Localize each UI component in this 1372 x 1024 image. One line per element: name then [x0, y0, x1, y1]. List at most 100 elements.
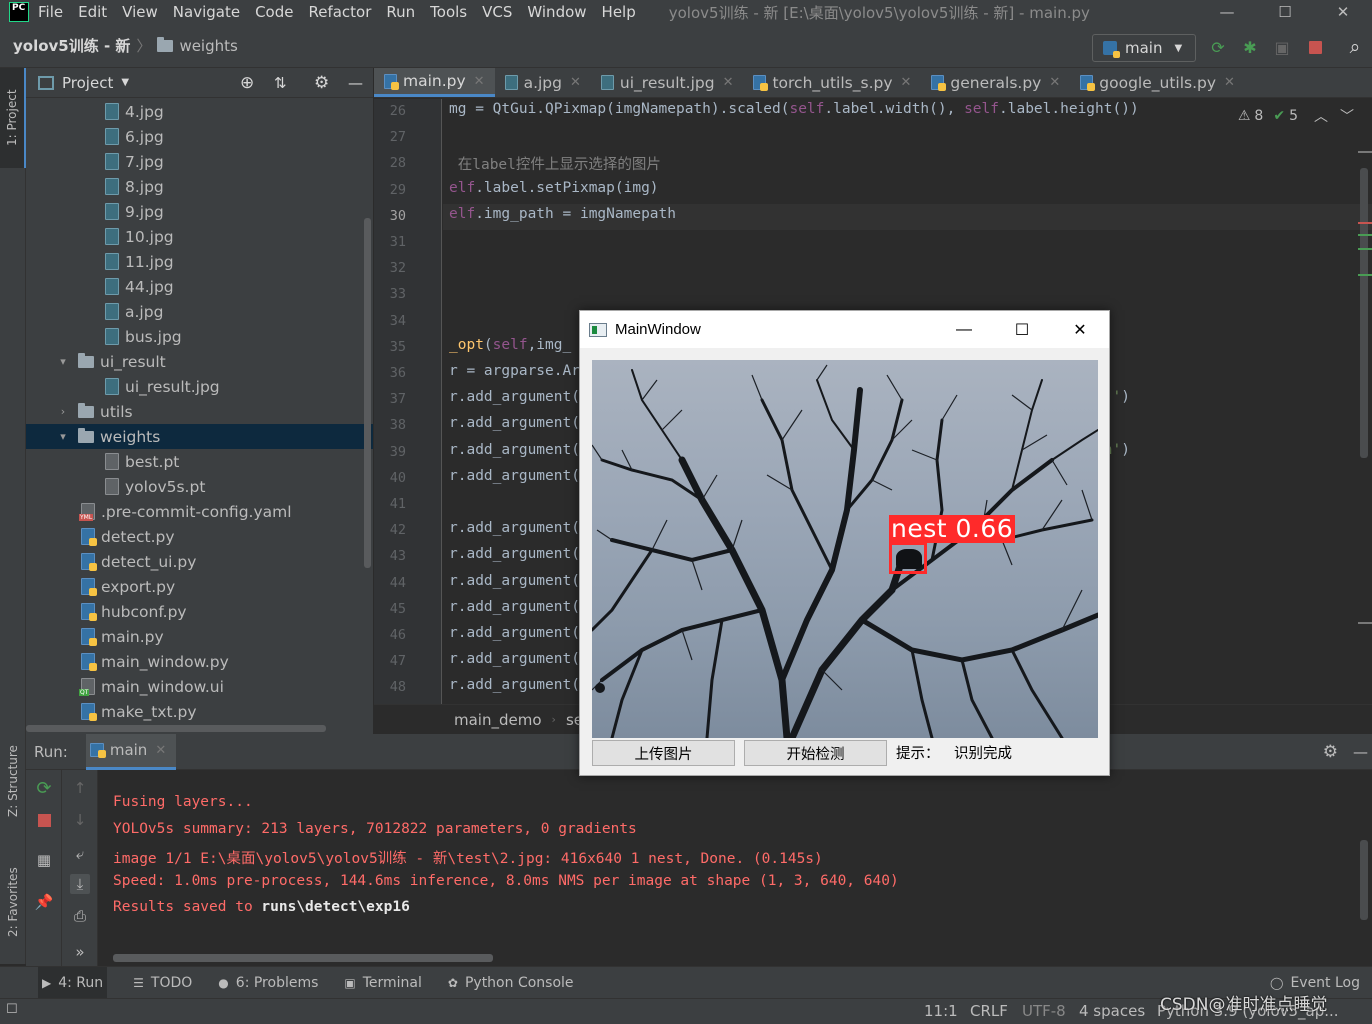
tree-item-10-jpg[interactable]: 10.jpg — [26, 224, 373, 249]
tree-item-a-jpg[interactable]: a.jpg — [26, 299, 373, 324]
layout-icon[interactable]: ▦ — [34, 850, 54, 870]
tool-tab-todo[interactable]: ☰ TODO — [133, 975, 192, 991]
window-maximize-button[interactable]: ☐ — [1256, 0, 1314, 24]
menu-window[interactable]: Window — [527, 3, 586, 21]
code-line[interactable]: mg = QtGui.QPixmap(imgNamepath).scaled(s… — [449, 101, 1139, 117]
hide-icon[interactable]: — — [348, 74, 363, 92]
tool-tab-run[interactable]: ▶ 4: Run — [38, 967, 108, 998]
editor-scrollbar[interactable] — [1360, 168, 1368, 458]
close-icon[interactable]: ✕ — [1224, 75, 1235, 90]
rerun-icon[interactable]: ⟳ — [1207, 36, 1229, 58]
window-minimize-button[interactable]: — — [1198, 0, 1256, 24]
line-separator[interactable]: CRLF — [970, 1002, 1008, 1020]
print-icon[interactable]: ⎙ — [70, 906, 90, 926]
tree-item-8-jpg[interactable]: 8.jpg — [26, 174, 373, 199]
tree-item-hubconf-py[interactable]: hubconf.py — [26, 599, 373, 624]
code-line[interactable]: 在label控件上显示选择的图片 — [449, 153, 661, 174]
indent-setting[interactable]: 4 spaces — [1079, 1002, 1145, 1020]
chevron-down-icon[interactable]: ▼ — [121, 77, 129, 88]
project-tool-tab[interactable]: 1: Project — [0, 68, 26, 168]
upload-image-button[interactable]: 上传图片 — [592, 740, 735, 766]
rerun-icon[interactable]: ⟳ — [34, 778, 54, 799]
breadcrumb-weights[interactable]: weights — [179, 37, 237, 55]
tree-item-main-py[interactable]: main.py — [26, 624, 373, 649]
tree-item-6-jpg[interactable]: 6.jpg — [26, 124, 373, 149]
breadcrumb-project[interactable]: yolov5训练 - 新 — [13, 35, 130, 56]
chevron-down-icon[interactable]: ▾ — [56, 430, 70, 443]
close-icon[interactable]: ✕ — [901, 75, 912, 90]
editor-tab-a-jpg[interactable]: a.jpg ✕ — [495, 68, 591, 97]
scroll-to-end-icon[interactable]: ⤓ — [70, 874, 90, 894]
more-icon[interactable]: » — [70, 942, 90, 962]
breadcrumb-function[interactable]: main_demo — [454, 711, 542, 729]
editor-tab-ui-result-jpg[interactable]: ui_result.jpg ✕ — [591, 68, 744, 97]
editor-tab-google-utils-py[interactable]: google_utils.py ✕ — [1070, 68, 1245, 97]
soft-wrap-icon[interactable]: ⤶ — [70, 844, 90, 864]
code-line[interactable]: r = argparse.Ar — [449, 363, 580, 379]
tree-horizontal-scrollbar[interactable] — [26, 722, 373, 734]
code-line[interactable]: elf.img_path = imgNamepath — [449, 206, 676, 222]
tree-item-main-window-py[interactable]: main_window.py — [26, 649, 373, 674]
tree-scrollbar[interactable] — [364, 218, 371, 568]
dialog-minimize-button[interactable]: — — [935, 311, 993, 348]
gear-icon[interactable]: ⚙ — [1323, 742, 1338, 762]
inspection-widget[interactable]: ⚠ 8 ✔ 5 ︿ ﹀ — [1238, 106, 1354, 126]
close-icon[interactable]: ✕ — [155, 743, 166, 758]
tree-item-yolov5s-pt[interactable]: yolov5s.pt — [26, 474, 373, 499]
arrow-up-icon[interactable]: ↑ — [70, 778, 90, 798]
tree-item-ui-result-jpg[interactable]: ui_result.jpg — [26, 374, 373, 399]
hide-icon[interactable]: — — [1353, 743, 1368, 761]
code-line[interactable]: elf.label.setPixmap(img) — [449, 180, 659, 196]
stop-icon[interactable] — [1304, 36, 1326, 58]
tool-tab-python-console[interactable]: ✿ Python Console — [448, 975, 574, 991]
editor-tab-generals-py[interactable]: generals.py ✕ — [921, 68, 1070, 97]
menu-run[interactable]: Run — [386, 3, 415, 21]
file-encoding[interactable]: UTF-8 — [1022, 1002, 1066, 1020]
stop-icon[interactable] — [34, 810, 54, 830]
run-tab-main[interactable]: main ✕ — [85, 733, 177, 770]
menu-navigate[interactable]: Navigate — [173, 3, 240, 21]
tree-item-7-jpg[interactable]: 7.jpg — [26, 149, 373, 174]
menu-view[interactable]: View — [122, 3, 158, 21]
close-icon[interactable]: ✕ — [474, 74, 485, 89]
tree-item-export-py[interactable]: export.py — [26, 574, 373, 599]
arrow-down-icon[interactable]: ↓ — [70, 810, 90, 830]
tree-item-ui-result[interactable]: ▾ ui_result — [26, 349, 373, 374]
coverage-icon[interactable]: ▣ — [1271, 36, 1293, 58]
tree-item-pre-commit-config-yaml[interactable]: .pre-commit-config.yaml — [26, 499, 373, 524]
close-icon[interactable]: ✕ — [723, 75, 734, 90]
tool-tab-terminal[interactable]: ▣ Terminal — [344, 975, 422, 991]
tree-item-best-pt[interactable]: best.pt — [26, 449, 373, 474]
code-line[interactable]: r.add_argument( — [449, 625, 580, 641]
chevron-down-icon[interactable]: ▾ — [56, 355, 70, 368]
editor-tab-torch-utils-s-py[interactable]: torch_utils_s.py ✕ — [743, 68, 921, 97]
console-horizontal-scrollbar[interactable] — [113, 954, 493, 962]
tree-item-44-jpg[interactable]: 44.jpg — [26, 274, 373, 299]
tree-item-11-jpg[interactable]: 11.jpg — [26, 249, 373, 274]
menu-edit[interactable]: Edit — [78, 3, 107, 21]
menu-help[interactable]: Help — [602, 3, 636, 21]
main-window-titlebar[interactable]: MainWindow — ☐ ✕ — [580, 311, 1109, 348]
close-icon[interactable]: ✕ — [1049, 75, 1060, 90]
close-icon[interactable]: ✕ — [570, 75, 581, 90]
menu-file[interactable]: File — [38, 3, 63, 21]
chevron-right-icon[interactable]: › — [56, 405, 70, 418]
menu-vcs[interactable]: VCS — [482, 3, 512, 21]
window-close-button[interactable]: ✕ — [1314, 0, 1372, 24]
tree-item-utils[interactable]: › utils — [26, 399, 373, 424]
tree-item-9-jpg[interactable]: 9.jpg — [26, 199, 373, 224]
dialog-maximize-button[interactable]: ☐ — [993, 311, 1051, 348]
menu-refactor[interactable]: Refactor — [308, 3, 371, 21]
pin-icon[interactable]: 📌 — [34, 892, 54, 912]
dialog-close-button[interactable]: ✕ — [1051, 311, 1109, 348]
tree-item-make-txt-py[interactable]: make_txt.py — [26, 699, 373, 724]
tree-item-detect-ui-py[interactable]: detect_ui.py — [26, 549, 373, 574]
chevron-up-icon[interactable]: ︿ — [1314, 106, 1328, 126]
event-log-button[interactable]: ◯ Event Log — [1270, 975, 1360, 991]
collapse-all-icon[interactable]: ⇅ — [274, 74, 287, 92]
tree-item-weights[interactable]: ▾ weights — [26, 424, 373, 449]
tool-tab-problems[interactable]: ● 6: Problems — [218, 975, 318, 991]
tree-item-detect-py[interactable]: detect.py — [26, 524, 373, 549]
tree-item-bus-jpg[interactable]: bus.jpg — [26, 324, 373, 349]
console-vertical-scrollbar[interactable] — [1360, 840, 1368, 920]
